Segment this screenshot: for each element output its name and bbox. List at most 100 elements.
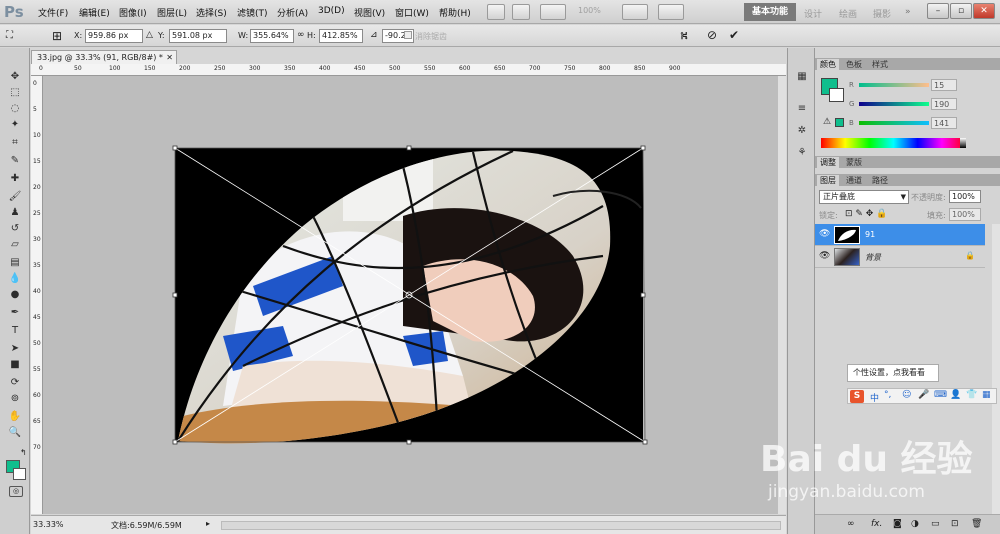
fill-input[interactable]: 100% [949,208,981,221]
shape-tool-icon[interactable]: ■ [8,358,22,372]
tab-paths[interactable]: 路径 [869,175,891,186]
minibridge-button[interactable] [512,4,530,20]
eraser-tool-icon[interactable]: ▱ [8,238,22,252]
ime-punctuation-icon[interactable]: °, [884,390,891,400]
ime-keyboard-icon[interactable]: ⌨ [934,390,947,400]
panel-background-swatch[interactable] [829,88,844,102]
3d-rotate-tool-icon[interactable]: ⟳ [8,376,22,390]
sogou-logo-icon[interactable]: S [850,390,864,403]
minimize-button[interactable]: – [927,3,949,19]
dodge-tool-icon[interactable]: ● [8,288,22,302]
menu-help[interactable]: 帮助(H) [439,6,471,19]
menu-select[interactable]: 选择(S) [196,6,227,19]
eye-icon[interactable]: 👁 [819,229,830,239]
height-input[interactable]: 412.85% [319,29,363,43]
history-brush-tool-icon[interactable]: ↺ [8,222,22,236]
blur-tool-icon[interactable]: 💧 [8,272,22,286]
character-panel-icon[interactable]: ≡ [795,102,809,116]
lasso-tool-icon[interactable]: ◌ [8,102,22,116]
workspace-design[interactable]: 设计 [804,7,822,20]
opacity-input[interactable]: 100% [949,190,981,203]
reference-point-icon[interactable]: ⊞ [52,29,62,43]
eye-icon[interactable]: 👁 [819,251,830,261]
red-value[interactable]: 15 [931,79,957,91]
delta-icon[interactable]: △ [146,30,153,40]
workspace-painting[interactable]: 绘画 [839,7,857,20]
zoom-readout[interactable]: 33.33% [33,520,64,529]
history-panel-icon[interactable]: ▦ [795,70,809,84]
green-value[interactable]: 190 [931,98,957,110]
document-tab[interactable]: 33.jpg @ 33.3% (91, RGB/8#) * ✕ [31,50,177,64]
ime-emoji-icon[interactable]: ☺ [902,390,911,400]
canvas-area[interactable] [43,76,786,514]
brush-tool-icon[interactable]: 🖌 [8,190,22,204]
horizontal-scrollbar[interactable] [221,521,781,530]
menu-window[interactable]: 窗口(W) [395,6,429,19]
blue-value[interactable]: 141 [931,117,957,129]
black-white-ramp[interactable] [960,138,966,148]
background-color-swatch[interactable] [13,468,26,480]
transform-tool-icon[interactable]: ⛶ [6,30,13,41]
ime-language-toggle[interactable]: 中 [870,391,879,404]
zoom-tool-icon[interactable]: 🔍 [8,426,22,440]
marquee-tool-icon[interactable]: ⬚ [8,86,22,100]
menu-filter[interactable]: 滤镜(T) [237,6,268,19]
type-tool-icon[interactable]: T [8,324,22,338]
ime-voice-icon[interactable]: 🎤 [918,390,929,400]
green-slider[interactable] [859,102,929,106]
move-tool-icon[interactable]: ✥ [8,70,22,84]
x-input[interactable]: 959.86 px [85,29,143,43]
clone-source-icon[interactable]: ⚘ [795,146,809,160]
tab-channels[interactable]: 通道 [843,175,865,186]
gradient-tool-icon[interactable]: ▤ [8,256,22,270]
hand-tool-icon[interactable]: ✋ [8,410,22,424]
menu-edit[interactable]: 编辑(E) [79,6,110,19]
layer-row[interactable]: 👁 91 [815,224,985,246]
tab-adjustments[interactable]: 调整 [817,157,839,168]
workspace-photography[interactable]: 摄影 [873,7,891,20]
red-slider[interactable] [859,83,929,87]
blue-slider[interactable] [859,121,929,125]
screen-mode-button[interactable] [658,4,684,20]
quick-select-tool-icon[interactable]: ✦ [8,118,22,132]
lock-icons[interactable]: ⊡ ✎ ✥ 🔒 [845,209,887,219]
status-menu-arrow-icon[interactable]: ▸ [206,519,210,528]
healing-brush-tool-icon[interactable]: ✚ [8,172,22,186]
gamut-color-swatch[interactable] [835,118,844,127]
menu-3d[interactable]: 3D(D) [318,6,345,16]
pen-tool-icon[interactable]: ✒ [8,306,22,320]
y-input[interactable]: 591.08 px [169,29,227,43]
adjustment-layer-icon[interactable]: ◑ [911,519,919,529]
link-layers-icon[interactable]: ∞ [847,519,855,529]
menu-analysis[interactable]: 分析(A) [277,6,308,19]
path-selection-tool-icon[interactable]: ➤ [8,342,22,356]
clone-stamp-tool-icon[interactable]: ♟ [8,206,22,220]
layer-style-icon[interactable]: fx. [871,519,882,529]
close-button[interactable]: ✕ [973,3,995,19]
eyedropper-tool-icon[interactable]: ✎ [8,154,22,168]
new-group-icon[interactable]: ▭ [931,519,940,529]
width-input[interactable]: 355.64% [250,29,294,43]
add-mask-icon[interactable]: ◙ [893,519,902,529]
ime-toolbox-icon[interactable]: ▦ [982,390,991,400]
tab-styles[interactable]: 样式 [869,59,891,70]
brush-panel-icon[interactable]: ✲ [795,124,809,138]
new-layer-icon[interactable]: ⊡ [951,519,959,529]
ime-skin-icon[interactable]: 👕 [966,390,977,400]
view-extras-button[interactable] [540,4,566,20]
menu-file[interactable]: 文件(F) [38,6,68,19]
tab-color[interactable]: 颜色 [817,59,839,70]
link-icon[interactable]: ∞ [297,30,305,40]
workspace-essentials[interactable]: 基本功能 [744,3,796,21]
swap-colors-icon[interactable]: ↰ [20,448,27,457]
ime-user-icon[interactable]: 👤 [950,390,961,400]
menu-layer[interactable]: 图层(L) [157,6,187,19]
3d-orbit-tool-icon[interactable]: ⊚ [8,392,22,406]
color-spectrum-ramp[interactable] [821,138,966,148]
menu-image[interactable]: 图像(I) [119,6,147,19]
zoom-level-field[interactable]: 100% [578,6,601,15]
tab-swatches[interactable]: 色板 [843,59,865,70]
close-document-icon[interactable]: ✕ [166,51,173,64]
tab-layers[interactable]: 图层 [817,175,839,186]
cancel-transform-icon[interactable]: ⊘ [707,28,717,42]
